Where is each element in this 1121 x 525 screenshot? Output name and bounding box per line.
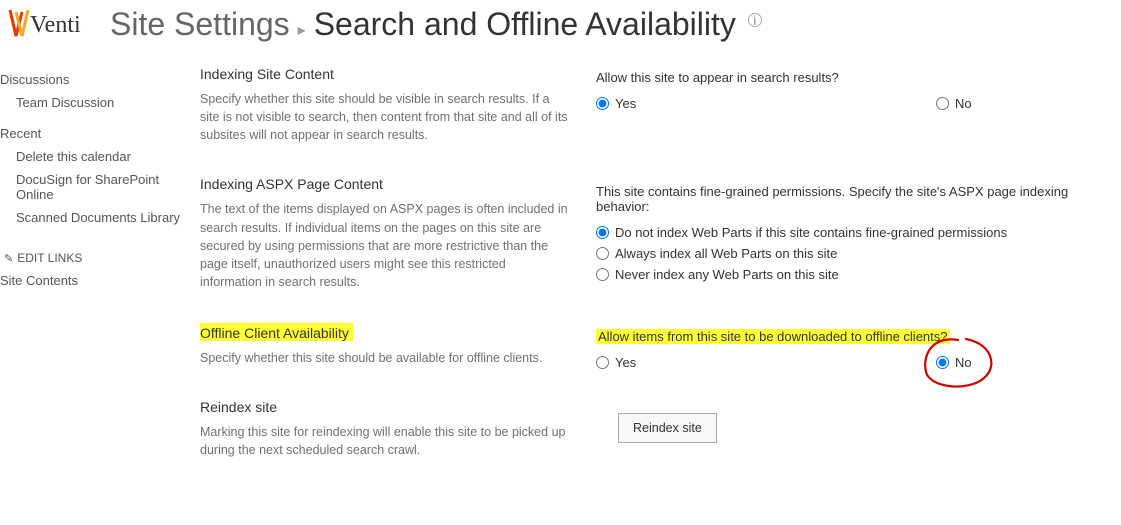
radio-label-aspx-0: Do not index Web Parts if this site cont…: [615, 225, 1007, 240]
help-icon[interactable]: i: [748, 13, 762, 27]
section-title-indexing-site: Indexing Site Content: [200, 66, 570, 82]
sidebar-head-recent[interactable]: Recent: [0, 120, 185, 145]
breadcrumb-parent[interactable]: Site Settings: [110, 6, 290, 43]
highlight-offline-title: Offline Client Availability: [200, 323, 353, 341]
section-title-indexing-aspx: Indexing ASPX Page Content: [200, 176, 570, 192]
question-aspx: This site contains fine-grained permissi…: [596, 184, 1116, 214]
section-title-reindex: Reindex site: [200, 399, 570, 415]
radio-label-offline-no: No: [955, 355, 972, 370]
radio-input-aspx-1[interactable]: [596, 247, 609, 260]
radio-label-aspx-2: Never index any Web Parts on this site: [615, 267, 839, 282]
sidebar-item-team-discussion[interactable]: Team Discussion: [0, 91, 185, 114]
radio-input-aspx-0[interactable]: [596, 226, 609, 239]
radio-input-search-yes[interactable]: [596, 97, 609, 110]
sidebar-item-scanned-docs[interactable]: Scanned Documents Library: [0, 206, 185, 229]
radio-search-yes[interactable]: Yes: [596, 93, 936, 114]
section-desc-indexing-aspx: The text of the items displayed on ASPX …: [200, 200, 570, 291]
svg-text:Venti: Venti: [30, 12, 81, 38]
section-desc-reindex: Marking this site for reindexing will en…: [200, 423, 570, 459]
radio-label-no: No: [955, 96, 972, 111]
sidebar-head-discussions[interactable]: Discussions: [0, 66, 185, 91]
sidebar-item-delete-calendar[interactable]: Delete this calendar: [0, 145, 185, 168]
highlight-offline-question: Allow items from this site to be downloa…: [596, 329, 950, 344]
section-desc-offline: Specify whether this site should be avai…: [200, 349, 570, 367]
radio-input-search-no[interactable]: [936, 97, 949, 110]
radio-aspx-1[interactable]: Always index all Web Parts on this site: [596, 243, 1116, 264]
breadcrumb: Site Settings ▸ Search and Offline Avail…: [110, 6, 762, 43]
sidebar-site-contents[interactable]: Site Contents: [0, 269, 185, 292]
pencil-icon: ✎: [4, 252, 13, 265]
edit-links[interactable]: ✎ EDIT LINKS: [0, 247, 185, 269]
edit-links-label: EDIT LINKS: [17, 251, 82, 265]
site-logo: Venti: [0, 6, 110, 42]
quick-launch: Discussions Team Discussion Recent Delet…: [0, 66, 185, 481]
radio-offline-no[interactable]: No: [936, 352, 972, 373]
radio-input-offline-no[interactable]: [936, 356, 949, 369]
question-search-results: Allow this site to appear in search resu…: [596, 70, 1116, 85]
reindex-button[interactable]: Reindex site: [618, 413, 717, 443]
section-title-offline: Offline Client Availability: [200, 323, 570, 341]
sidebar-item-docusign[interactable]: DocuSign for SharePoint Online: [0, 168, 185, 206]
radio-input-aspx-2[interactable]: [596, 268, 609, 281]
radio-label-yes: Yes: [615, 96, 636, 111]
section-desc-indexing-site: Specify whether this site should be visi…: [200, 90, 570, 144]
radio-label-aspx-1: Always index all Web Parts on this site: [615, 246, 837, 261]
page-title: Search and Offline Availability: [314, 6, 736, 43]
radio-aspx-0[interactable]: Do not index Web Parts if this site cont…: [596, 222, 1116, 243]
radio-input-offline-yes[interactable]: [596, 356, 609, 369]
question-offline: Allow items from this site to be downloa…: [596, 329, 1116, 344]
radio-aspx-2[interactable]: Never index any Web Parts on this site: [596, 264, 1116, 285]
radio-offline-yes[interactable]: Yes: [596, 352, 936, 373]
radio-label-offline-yes: Yes: [615, 355, 636, 370]
chevron-right-icon: ▸: [298, 20, 306, 40]
radio-search-no[interactable]: No: [936, 93, 972, 114]
